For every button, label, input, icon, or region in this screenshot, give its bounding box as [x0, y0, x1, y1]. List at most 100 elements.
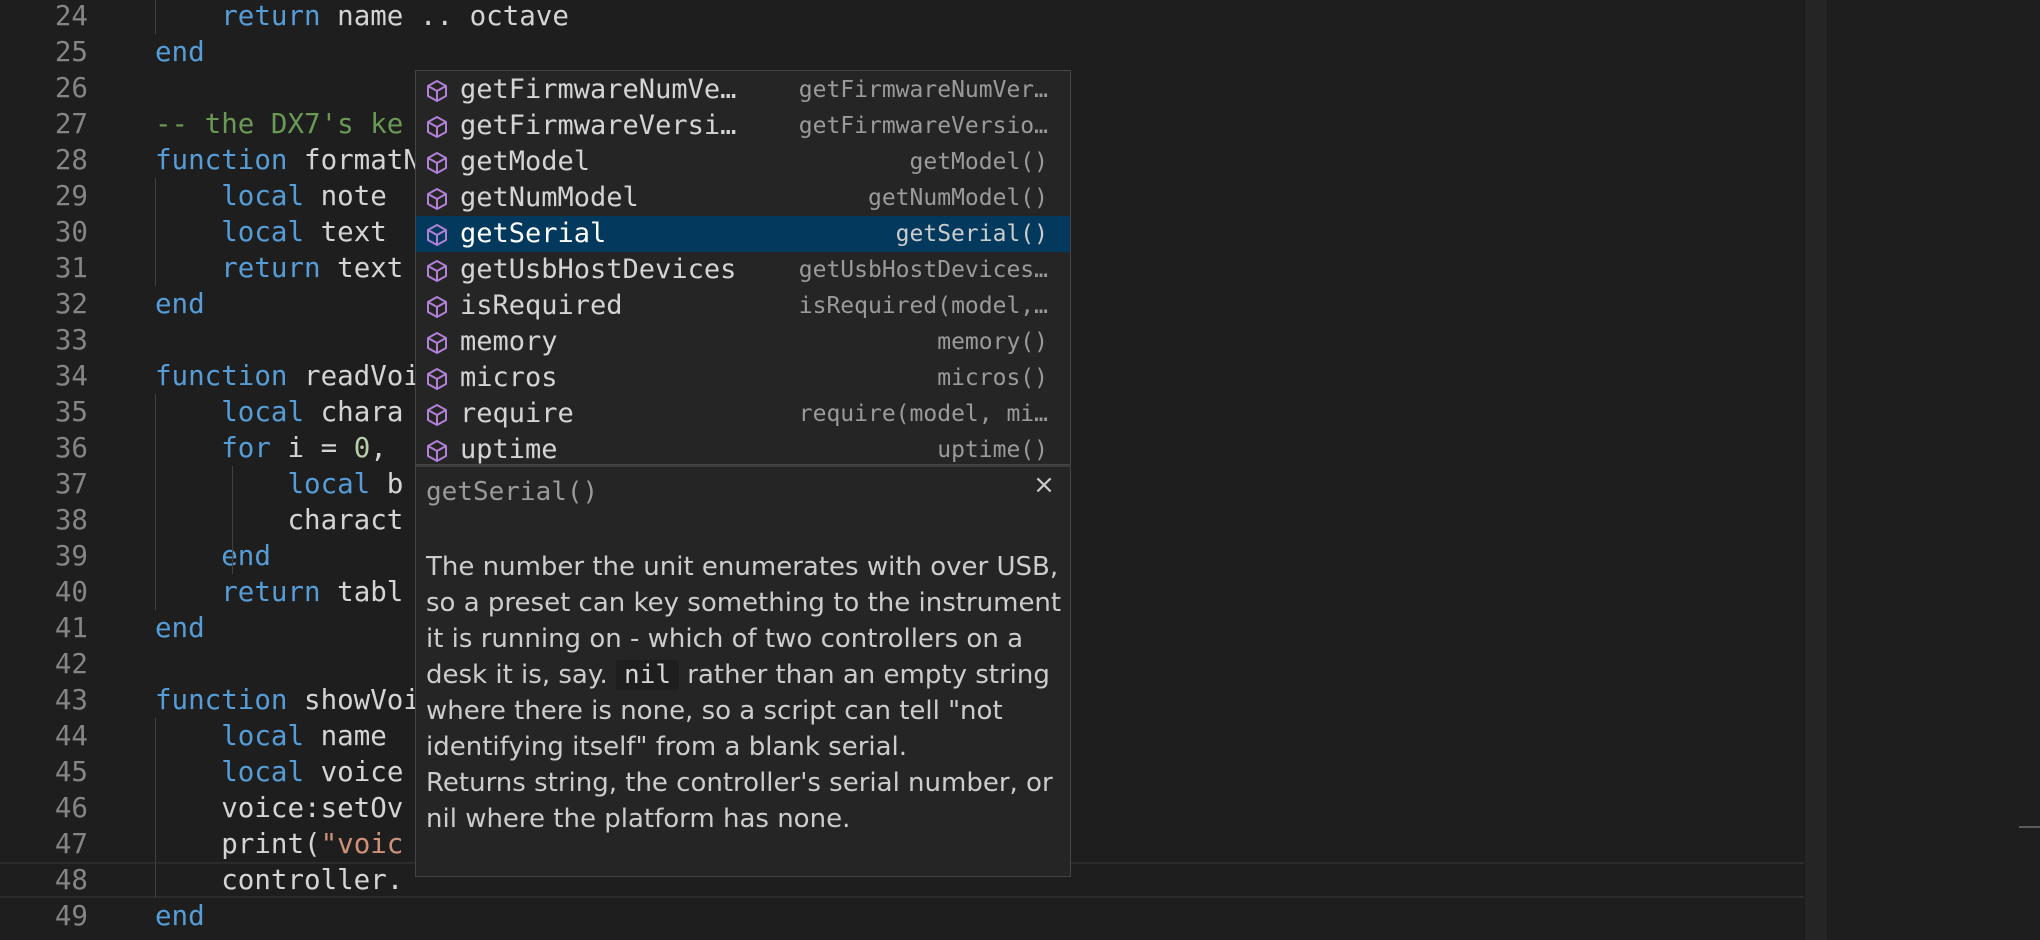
suggest-item-label: getUsbHostDevices [460, 254, 737, 285]
method-cube-icon [427, 368, 447, 390]
code-text[interactable]: print("voic [155, 826, 403, 862]
line-number: 28 [54, 144, 88, 176]
suggest-item[interactable]: uptime uptime() [416, 432, 1070, 465]
code-token: showVoi [287, 684, 420, 716]
code-text[interactable]: end [155, 538, 271, 574]
line-number: 29 [54, 180, 88, 212]
indent-guide [155, 178, 156, 286]
code-text[interactable]: end [155, 610, 205, 646]
code-text[interactable]: controller. [155, 862, 403, 898]
code-token: text [320, 252, 404, 284]
method-cube-icon [427, 440, 447, 462]
code-text[interactable]: local text [155, 214, 387, 250]
code-text[interactable]: return tabl [155, 574, 403, 610]
suggest-item-label: isRequired [460, 290, 623, 321]
indent-guide [155, 0, 156, 34]
code-text[interactable]: end [155, 286, 205, 322]
line-number: 38 [54, 504, 88, 536]
method-cube-icon [427, 188, 447, 210]
code-text[interactable]: local note [155, 178, 387, 214]
code-text[interactable]: end [155, 34, 205, 70]
code-token: tabl [320, 576, 404, 608]
suggest-item-label: micros [460, 362, 558, 393]
code-text[interactable]: function formatN [155, 142, 420, 178]
suggest-item-label: memory [460, 326, 558, 357]
suggest-item[interactable]: getSerial getSerial() [416, 216, 1070, 252]
suggest-item-detail: require(model, mi… [798, 401, 1048, 427]
suggest-item[interactable]: memory memory() [416, 324, 1070, 360]
method-cube-icon [427, 332, 447, 354]
suggest-item[interactable]: require require(model, mi… [416, 396, 1070, 432]
code-line[interactable]: 24 return name .. octave [0, 0, 1804, 34]
code-token: function [155, 144, 288, 176]
code-text[interactable]: local chara [155, 394, 403, 430]
code-line[interactable]: 49 end [0, 898, 1804, 934]
code-token: -- the DX7's ke [155, 108, 404, 140]
suggest-item[interactable]: getUsbHostDevices getUsbHostDevices… [416, 252, 1070, 288]
suggest-item-detail: micros() [937, 365, 1048, 391]
suggest-item[interactable]: isRequired isRequired(model,… [416, 288, 1070, 324]
line-number: 31 [54, 252, 88, 284]
scrollbar-track[interactable] [1805, 0, 1827, 940]
suggest-item-label: getSerial [460, 218, 607, 249]
suggest-widget: getFirmwareNumVe… getFirmwareNumVer… getFi… [415, 70, 1071, 465]
method-cube-icon [427, 224, 447, 246]
line-number: 47 [54, 828, 88, 860]
code-text[interactable]: end [155, 898, 205, 934]
suggest-item[interactable]: getFirmwareNumVe… getFirmwareNumVer… [416, 72, 1070, 108]
code-text[interactable]: return text [155, 250, 403, 286]
code-token: 0 [353, 432, 371, 464]
suggest-item-label: uptime [460, 434, 558, 465]
line-number: 42 [54, 648, 88, 680]
suggest-item[interactable]: getNumModel getNumModel() [416, 180, 1070, 216]
method-cube-icon [427, 296, 447, 318]
code-token: return [221, 576, 321, 608]
code-text[interactable]: local voice [155, 754, 403, 790]
code-text[interactable]: local b [155, 466, 403, 502]
code-text[interactable]: voice:setOv [155, 790, 403, 826]
suggest-item-detail: memory() [937, 329, 1048, 355]
code-token: end [155, 288, 205, 320]
line-number: 24 [54, 0, 88, 32]
suggest-item-detail: getFirmwareNumVer… [798, 77, 1048, 103]
suggest-item[interactable]: micros micros() [416, 360, 1070, 396]
line-number: 35 [54, 396, 88, 428]
details-documentation: The number the unit enumerates with over… [426, 549, 1066, 837]
code-text[interactable]: return name .. octave [155, 0, 569, 34]
minimap[interactable] [1804, 0, 2040, 940]
close-icon[interactable]: × [1030, 471, 1058, 499]
suggest-item-detail: getSerial() [895, 221, 1048, 247]
code-token: local [287, 468, 371, 500]
method-cube-icon [427, 116, 447, 138]
details-signature: getSerial() [426, 477, 599, 507]
code-text[interactable]: function readVoi [155, 358, 420, 394]
code-token: formatN [287, 144, 420, 176]
code-token: voice:setOv [155, 792, 404, 824]
code-token: i = [270, 432, 354, 464]
suggest-item[interactable]: getModel getModel() [416, 144, 1070, 180]
suggest-item-label: getModel [460, 146, 591, 177]
suggest-item-detail: isRequired(model,… [798, 293, 1048, 319]
method-cube-icon [427, 260, 447, 282]
line-number: 33 [54, 324, 88, 356]
line-number: 49 [54, 900, 88, 932]
line-number: 25 [54, 36, 88, 68]
code-text[interactable]: for i = 0, [155, 430, 387, 466]
code-token: for [221, 432, 271, 464]
code-token: return [221, 252, 321, 284]
code-text[interactable]: function showVoi [155, 682, 420, 718]
doc-returns: Returns string, the controller's serial … [426, 768, 1053, 834]
line-number: 27 [54, 108, 88, 140]
scrollbar-thumb[interactable] [2019, 826, 2040, 828]
code-token: return [221, 0, 321, 32]
code-token: , [370, 432, 387, 464]
line-number: 40 [54, 576, 88, 608]
suggest-item[interactable]: getFirmwareVersi… getFirmwareVersio… [416, 108, 1070, 144]
code-line[interactable]: 25 end [0, 34, 1804, 70]
